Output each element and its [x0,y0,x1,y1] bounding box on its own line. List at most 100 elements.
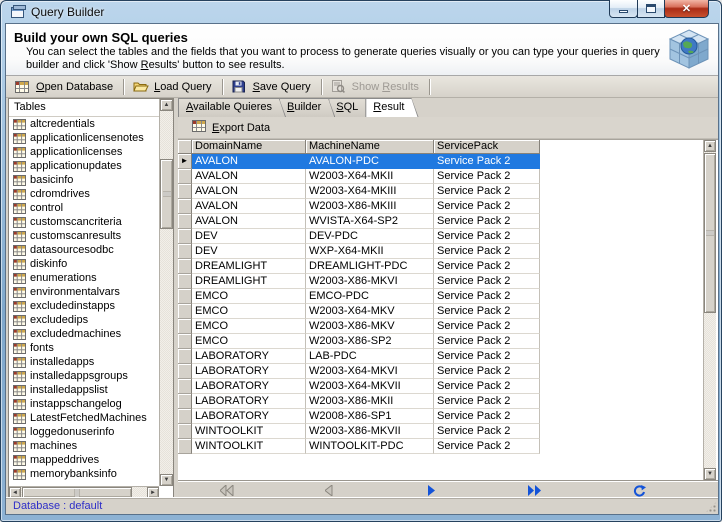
row-selector[interactable]: ► [178,229,192,244]
table-row[interactable]: ► WINTOOLKIT W2003-X86-MKVII Service Pac… [178,424,540,439]
table-row[interactable]: ► LABORATORY W2003-X64-MKVI Service Pack… [178,364,540,379]
table-list-item[interactable]: installedappsgroups [10,369,158,383]
cell-service-pack[interactable]: Service Pack 2 [434,334,540,349]
cell-machine-name[interactable]: DEV-PDC [306,229,434,244]
table-list-item[interactable]: applicationlicensenotes [10,131,158,145]
row-selector[interactable]: ► [178,424,192,439]
cell-domain-name[interactable]: EMCO [192,304,306,319]
cell-domain-name[interactable]: AVALON [192,214,306,229]
table-list-item[interactable]: basicinfo [10,173,158,187]
table-row[interactable]: ► AVALON W2003-X64-MKIII Service Pack 2 [178,184,540,199]
scroll-up-icon[interactable]: ▲ [160,99,173,111]
last-page-button[interactable] [524,483,546,498]
scrollbar-thumb[interactable] [160,159,173,229]
cell-machine-name[interactable]: W2003-X86-MKII [306,394,434,409]
row-selector[interactable]: ► [178,334,192,349]
grid-vertical-scrollbar[interactable]: ▲ ▼ [703,140,716,480]
row-selector[interactable]: ► [178,184,192,199]
table-row[interactable]: ► LABORATORY W2003-X86-MKII Service Pack… [178,394,540,409]
cell-machine-name[interactable]: WINTOOLKIT-PDC [306,439,434,454]
table-list-item[interactable]: LatestFetchedMachines [10,411,158,425]
cell-domain-name[interactable]: AVALON [192,169,306,184]
row-selector[interactable]: ► [178,244,192,259]
table-list-item[interactable]: memorybanksinfo [10,467,158,481]
row-selector[interactable]: ► [178,364,192,379]
cell-service-pack[interactable]: Service Pack 2 [434,259,540,274]
table-list-item[interactable]: cdromdrives [10,187,158,201]
column-header-machinename[interactable]: MachineName [306,140,434,154]
table-row[interactable]: ► AVALON W2003-X86-MKIII Service Pack 2 [178,199,540,214]
table-list-item[interactable]: altcredentials [10,117,158,131]
cell-machine-name[interactable]: W2003-X86-MKVII [306,424,434,439]
table-row[interactable]: ► LABORATORY W2008-X86-SP1 Service Pack … [178,409,540,424]
column-header-servicepack[interactable]: ServicePack [434,140,540,154]
row-selector[interactable]: ► [178,319,192,334]
cell-service-pack[interactable]: Service Pack 2 [434,394,540,409]
row-selector[interactable]: ► [178,289,192,304]
table-row[interactable]: ► WINTOOLKIT WINTOOLKIT-PDC Service Pack… [178,439,540,454]
table-list-item[interactable]: excludedmachines [10,327,158,341]
cell-machine-name[interactable]: LAB-PDC [306,349,434,364]
first-page-button[interactable] [216,483,238,498]
cell-domain-name[interactable]: LABORATORY [192,364,306,379]
cell-service-pack[interactable]: Service Pack 2 [434,364,540,379]
table-row[interactable]: ► LABORATORY W2003-X64-MKVII Service Pac… [178,379,540,394]
tables-vertical-scrollbar[interactable]: ▲ ▼ [159,99,173,486]
table-row[interactable]: ► DREAMLIGHT W2003-X86-MKVI Service Pack… [178,274,540,289]
refresh-button[interactable] [628,483,650,498]
cell-service-pack[interactable]: Service Pack 2 [434,169,540,184]
cell-domain-name[interactable]: EMCO [192,319,306,334]
cell-service-pack[interactable]: Service Pack 2 [434,409,540,424]
cell-service-pack[interactable]: Service Pack 2 [434,184,540,199]
table-list-item[interactable]: enumerations [10,271,158,285]
row-selector[interactable]: ► [178,379,192,394]
load-query-button[interactable]: Load Query [128,77,219,97]
cell-service-pack[interactable]: Service Pack 2 [434,274,540,289]
minimize-button[interactable] [609,0,638,18]
cell-machine-name[interactable]: W2008-X86-SP1 [306,409,434,424]
cell-service-pack[interactable]: Service Pack 2 [434,439,540,454]
cell-domain-name[interactable]: LABORATORY [192,409,306,424]
row-selector[interactable]: ► [178,169,192,184]
cell-domain-name[interactable]: EMCO [192,334,306,349]
column-header-domainname[interactable]: DomainName [192,140,306,154]
table-list-item[interactable]: loggedonuserinfo [10,425,158,439]
table-row[interactable]: ► EMCO EMCO-PDC Service Pack 2 [178,289,540,304]
save-query-button[interactable]: Save Query [227,77,318,97]
row-selector[interactable]: ► [178,274,192,289]
cell-service-pack[interactable]: Service Pack 2 [434,424,540,439]
table-list-item[interactable]: applicationupdates [10,159,158,173]
cell-machine-name[interactable]: W2003-X86-SP2 [306,334,434,349]
cell-service-pack[interactable]: Service Pack 2 [434,244,540,259]
table-list-item[interactable]: datasourcesodbc [10,243,158,257]
table-row[interactable]: ► AVALON W2003-X64-MKII Service Pack 2 [178,169,540,184]
table-list-item[interactable]: excludedips [10,313,158,327]
cell-service-pack[interactable]: Service Pack 2 [434,214,540,229]
cell-machine-name[interactable]: W2003-X64-MKIII [306,184,434,199]
export-data-button[interactable]: Export Data [186,119,276,136]
table-list-item[interactable]: installedappslist [10,383,158,397]
table-list-item[interactable]: installedapps [10,355,158,369]
row-selector[interactable]: ► [178,199,192,214]
row-selector[interactable]: ► [178,394,192,409]
table-list-item[interactable]: mappeddrives [10,453,158,467]
table-row[interactable]: ► AVALON AVALON-PDC Service Pack 2 [178,154,540,169]
cell-domain-name[interactable]: EMCO [192,289,306,304]
cell-domain-name[interactable]: DREAMLIGHT [192,274,306,289]
previous-page-button[interactable] [318,483,340,498]
table-list-item[interactable]: control [10,201,158,215]
row-selector[interactable]: ► [178,214,192,229]
table-list-item[interactable]: diskinfo [10,257,158,271]
cell-machine-name[interactable]: W2003-X64-MKVII [306,379,434,394]
cell-machine-name[interactable]: W2003-X64-MKVI [306,364,434,379]
row-selector[interactable]: ► [178,154,192,169]
cell-machine-name[interactable]: WVISTA-X64-SP2 [306,214,434,229]
table-list-item[interactable]: environmentalvars [10,285,158,299]
cell-machine-name[interactable]: DREAMLIGHT-PDC [306,259,434,274]
cell-service-pack[interactable]: Service Pack 2 [434,289,540,304]
tab-result[interactable]: Result [365,98,418,117]
cell-machine-name[interactable]: EMCO-PDC [306,289,434,304]
cell-service-pack[interactable]: Service Pack 2 [434,379,540,394]
table-list-item[interactable]: excludedinstapps [10,299,158,313]
cell-domain-name[interactable]: AVALON [192,184,306,199]
